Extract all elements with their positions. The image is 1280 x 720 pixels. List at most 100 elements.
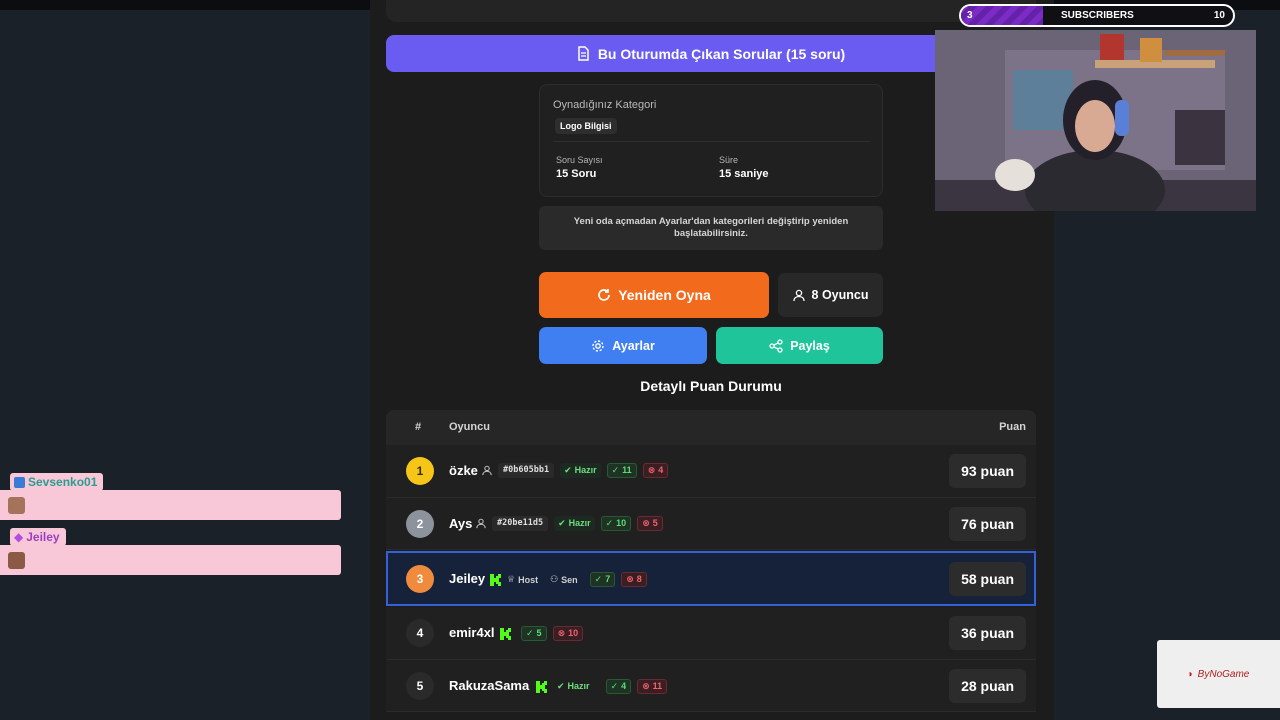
table-row[interactable]: 1 özke #0b605bb1 ✔ Hazır ✓ 11 ⊗ 4 93 puan	[386, 445, 1036, 498]
correct-count: ✓ 10	[600, 516, 632, 531]
x-icon: ⊗	[557, 628, 566, 638]
settings-button[interactable]: Ayarlar	[539, 327, 707, 364]
player-tag: #20be11d5	[492, 516, 549, 531]
correct-value: 10	[616, 518, 627, 528]
settings-notice: Yeni oda açmadan Ayarlar'dan kategoriler…	[539, 206, 883, 250]
correct-value: 11	[622, 465, 632, 475]
wrong-value: 4	[658, 465, 664, 475]
category-badge: Logo Bilgisi	[555, 118, 617, 134]
user-icon	[476, 518, 486, 529]
you-label: Sen	[561, 574, 578, 585]
replay-label: Yeniden Oyna	[618, 287, 711, 303]
chat-username: ◆ Jeiley	[10, 528, 66, 546]
subscriber-label: SUBSCRIBERS	[1061, 10, 1134, 21]
ready-badge: ✔ Hazır	[554, 516, 595, 531]
top-card	[386, 0, 1036, 22]
subscriber-progress-fill	[961, 6, 1043, 25]
replay-button[interactable]: Yeniden Oyna	[539, 272, 769, 318]
correct-value: 5	[536, 628, 542, 638]
wrong-count: ⊗ 10	[552, 626, 584, 641]
host-label: Host	[518, 574, 539, 585]
player-name: RakuzaSama	[449, 678, 530, 693]
kick-icon	[500, 627, 511, 640]
time-label: Süre	[719, 155, 739, 165]
check-icon: ✓	[594, 574, 603, 584]
wrong-count: ⊗ 5	[637, 516, 663, 531]
player-meta: ♕ Host ⚇ Sen ✓ 7 ⊗ 8	[490, 572, 647, 587]
player-meta: ✓ 5 ⊗ 10	[500, 626, 584, 641]
wrong-value: 11	[652, 681, 663, 691]
table-row[interactable]: 4 emir4xl ✓ 5 ⊗ 10 36 puan	[386, 607, 1036, 660]
chat-message	[0, 545, 341, 575]
player-tag: #0b605bb1	[498, 463, 555, 478]
x-icon: ⊗	[642, 681, 650, 691]
col-score: Puan	[999, 421, 1026, 433]
webcam-image	[935, 30, 1256, 211]
correct-count: ✓ 11	[606, 463, 637, 478]
correct-count: ✓ 4	[605, 679, 632, 694]
share-label: Paylaş	[790, 338, 830, 353]
sponsor-logo-text: ByNoGame	[1197, 668, 1250, 680]
rank-badge: 4	[406, 619, 434, 647]
chat-username: Sevsenko01	[10, 473, 104, 491]
document-icon	[578, 46, 589, 61]
refresh-icon	[598, 289, 611, 301]
check-circle-icon: ✔	[564, 465, 572, 475]
score-title: Detaylı Puan Durumu	[640, 378, 782, 394]
user-icon: ⚇	[550, 574, 559, 584]
gear-icon	[592, 339, 604, 352]
player-name: Jeiley	[449, 571, 486, 586]
correct-value: 7	[605, 574, 611, 584]
x-icon: ⊗	[626, 574, 634, 584]
player-meta: #20be11d5 ✔ Hazır ✓ 10 ⊗ 5	[476, 516, 663, 531]
score-badge: 36 puan	[949, 616, 1026, 650]
emote-icon	[8, 552, 25, 569]
badge-icon	[14, 476, 25, 488]
scoreboard-header: # Oyuncu Puan	[386, 410, 1036, 445]
user-icon	[792, 289, 805, 301]
category-heading: Oynadığınız Kategori	[553, 99, 657, 111]
ready-label: Hazır	[568, 518, 591, 528]
wrong-count: ⊗ 4	[642, 463, 669, 478]
emote-icon	[8, 497, 25, 514]
webcam-feed	[935, 30, 1256, 211]
x-icon: ⊗	[642, 518, 650, 528]
check-icon: ✓	[610, 681, 619, 691]
player-name: Ays	[449, 516, 473, 531]
wrong-count: ⊗ 8	[621, 572, 647, 587]
chat-username-label: Jeiley	[26, 530, 60, 544]
crown-icon: ♕	[507, 574, 516, 584]
score-badge: 93 puan	[949, 454, 1026, 488]
col-rank: #	[415, 421, 422, 433]
check-circle-icon: ✔	[558, 518, 566, 528]
subscriber-current: 3	[967, 10, 973, 21]
x-icon: ⊗	[647, 465, 656, 475]
question-count-label: Soru Sayısı	[556, 155, 603, 165]
question-count-value: 15 Soru	[556, 168, 597, 180]
table-row-current-user[interactable]: 3 Jeiley ♕ Host ⚇ Sen ✓ 7 ⊗ 8 58 puan	[386, 551, 1036, 606]
rank-badge: 5	[406, 672, 434, 700]
table-row[interactable]: 5 RakuzaSama ✔ Hazır ✓ 4 ⊗ 11 28 puan	[386, 660, 1036, 712]
subscriber-goal: 10	[1213, 10, 1225, 21]
subscriber-goal-bar: 3 SUBSCRIBERS 10	[959, 4, 1235, 27]
check-icon: ✓	[611, 465, 620, 475]
time-value: 15 saniye	[719, 168, 769, 180]
player-name: emir4xl	[449, 625, 495, 640]
table-row[interactable]: 2 Ays #20be11d5 ✔ Hazır ✓ 10 ⊗ 5 76 puan	[386, 498, 1036, 550]
players-button[interactable]: 8 Oyuncu	[778, 273, 883, 317]
players-label: 8 Oyuncu	[811, 288, 869, 302]
you-badge: ⚇ Sen	[550, 574, 578, 585]
wrong-count: ⊗ 11	[637, 679, 668, 694]
rank-badge: 3	[406, 565, 434, 593]
correct-count: ✓ 7	[589, 572, 616, 587]
check-icon: ✓	[605, 518, 614, 528]
session-questions-label: Bu Oturumda Çıkan Sorular (15 soru)	[597, 45, 846, 62]
rank-badge: 2	[406, 510, 434, 538]
score-badge: 76 puan	[949, 507, 1026, 541]
correct-count: ✓ 5	[521, 626, 547, 641]
player-name: özke	[449, 463, 478, 478]
share-button[interactable]: Paylaş	[716, 327, 883, 364]
rank-badge: 1	[406, 457, 434, 485]
kick-icon	[536, 680, 547, 693]
divider	[553, 141, 870, 142]
